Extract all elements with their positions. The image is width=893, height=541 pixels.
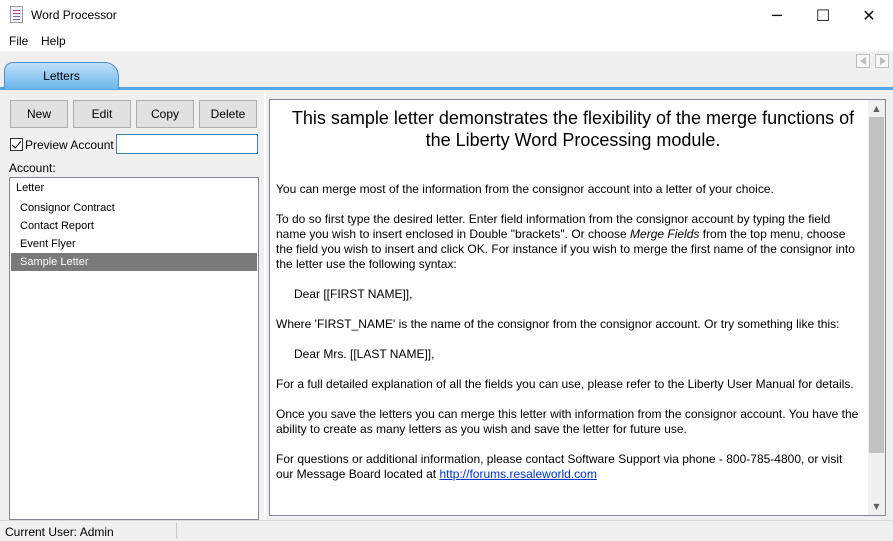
scroll-thumb[interactable] — [869, 117, 884, 453]
document-title: This sample letter demonstrates the flex… — [291, 108, 855, 150]
list-item-letter[interactable]: Letter — [11, 179, 257, 197]
document-body: This sample letter demonstrates the flex… — [276, 107, 862, 482]
chevron-up-icon[interactable]: ▲ — [868, 100, 885, 117]
document-scrollbar[interactable]: ▲ ▼ — [868, 100, 885, 515]
account-list[interactable]: Letter Consignor Contract Contact Report… — [9, 177, 259, 520]
paragraph-3: Where 'FIRST_NAME' is the name of the co… — [276, 317, 840, 331]
paragraph-5: Once you save the letters you can merge … — [276, 407, 859, 436]
list-item-contact-report[interactable]: Contact Report — [11, 217, 257, 235]
close-button[interactable]: ✕ — [846, 0, 892, 31]
merge-fields-emphasis: Merge Fields — [630, 227, 700, 241]
status-divider — [176, 523, 177, 539]
copy-button[interactable]: Copy — [136, 100, 194, 128]
left-panel: New Edit Copy Delete Preview Account Acc… — [0, 90, 264, 520]
tab-strip: Letters — [0, 51, 893, 90]
paragraph-6: For questions or additional information,… — [276, 452, 862, 482]
status-bar: Current User: Admin — [0, 520, 893, 541]
forum-link[interactable]: http://forums.resaleworld.com — [439, 467, 596, 481]
list-item-sample-letter[interactable]: Sample Letter — [11, 253, 257, 271]
nav-prev-button[interactable] — [856, 54, 870, 68]
document-editor[interactable]: This sample letter demonstrates the flex… — [269, 99, 886, 516]
paragraph-2: To do so first type the desired letter. … — [276, 212, 862, 272]
document-icon — [10, 6, 23, 23]
new-button[interactable]: New — [10, 100, 68, 128]
tab-letters[interactable]: Letters — [4, 62, 119, 89]
chevron-down-icon[interactable]: ▼ — [868, 498, 885, 515]
account-label: Account: — [9, 161, 56, 175]
merge-example-first-name: Dear [[FIRST NAME]], — [294, 287, 413, 301]
menu-file[interactable]: File — [9, 34, 28, 48]
nav-next-button[interactable] — [875, 54, 889, 68]
triangle-right-icon — [880, 57, 886, 65]
delete-button[interactable]: Delete — [199, 100, 257, 128]
preview-account-label[interactable]: Preview Account — [25, 138, 114, 152]
right-panel: This sample letter demonstrates the flex… — [266, 90, 893, 520]
merge-example-last-name: Dear Mrs. [[LAST NAME]], — [294, 347, 435, 361]
triangle-left-icon — [860, 57, 866, 65]
menu-bar: File Help — [0, 31, 893, 51]
menu-help[interactable]: Help — [41, 34, 66, 48]
maximize-button[interactable]: ☐ — [800, 0, 846, 31]
list-item-event-flyer[interactable]: Event Flyer — [11, 235, 257, 253]
paragraph-4: For a full detailed explanation of all t… — [276, 377, 854, 391]
minimize-button[interactable]: ─ — [754, 0, 800, 31]
preview-account-checkbox[interactable] — [10, 138, 23, 151]
title-bar: Word Processor ─ ☐ ✕ — [0, 0, 893, 31]
window-title: Word Processor — [31, 8, 117, 22]
edit-button[interactable]: Edit — [73, 100, 131, 128]
list-item-consignor-contract[interactable]: Consignor Contract — [11, 199, 257, 217]
paragraph-1: You can merge most of the information fr… — [276, 182, 774, 196]
preview-account-input[interactable] — [116, 134, 258, 154]
current-user-status: Current User: Admin — [5, 525, 114, 539]
